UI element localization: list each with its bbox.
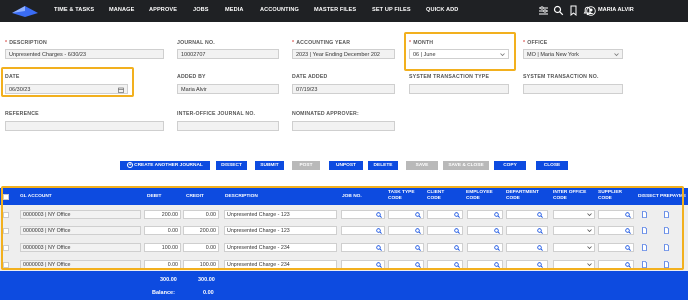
prepayment-document-icon[interactable] [664, 211, 669, 218]
filter-settings-icon[interactable] [538, 5, 549, 16]
search-icon[interactable] [537, 227, 543, 234]
search-icon[interactable] [625, 244, 631, 251]
dissect-button[interactable]: DISSECT [216, 161, 247, 170]
search-icon[interactable] [494, 211, 500, 218]
journal-no-label: JOURNAL NO. [177, 40, 215, 46]
search-icon[interactable] [494, 244, 500, 251]
user-name[interactable]: MARIA ALVIR [598, 7, 634, 13]
system-transaction-no-label: SYSTEM TRANSACTION NO. [523, 74, 599, 80]
nav-time-tasks[interactable]: TIME & TASKS [54, 7, 94, 13]
total-credit: 300.00 [198, 277, 215, 283]
nav-set-up-files[interactable]: SET UP FILES [372, 7, 411, 13]
chevron-down-icon [587, 263, 592, 267]
nav-quick-add[interactable]: QUICK ADD [426, 7, 458, 13]
delete-button[interactable]: DELETE [368, 161, 398, 170]
search-icon[interactable] [415, 261, 421, 268]
search-icon[interactable] [454, 261, 460, 268]
search-icon[interactable] [454, 244, 460, 251]
inter-office-journal-no-input [177, 121, 279, 131]
journal-no-input: 10002707 [177, 49, 279, 59]
search-icon[interactable] [415, 227, 421, 234]
reference-input[interactable] [5, 121, 164, 131]
search-icon[interactable] [415, 211, 421, 218]
submit-button[interactable]: SUBMIT [255, 161, 284, 170]
month-highlight [404, 32, 516, 71]
accounting-year-input[interactable]: 2023 | Year Ending December 202 [292, 49, 395, 59]
bookmark-icon[interactable] [568, 5, 579, 16]
system-transaction-type-input [409, 84, 509, 94]
nav-accounting[interactable]: ACCOUNTING [260, 7, 299, 13]
system-transaction-no-input [523, 84, 623, 94]
search-icon[interactable] [553, 5, 564, 16]
nav-approve[interactable]: APPROVE [149, 7, 177, 13]
nominated-approver-input[interactable] [292, 121, 395, 131]
nominated-approver-label: NOMINATED APPROVER: [292, 111, 359, 117]
search-icon[interactable] [537, 211, 543, 218]
top-navigation-bar: TIME & TASKS MANAGE APPROVE JOBS MEDIA A… [0, 0, 688, 22]
save-button[interactable]: SAVE [406, 161, 438, 170]
plus-circle-icon: + [127, 161, 134, 168]
search-icon[interactable] [376, 227, 382, 234]
description-input[interactable]: Unpresented Charges - 6/30/23 [5, 49, 164, 59]
chevron-down-icon [587, 213, 592, 217]
reference-label: REFERENCE [5, 111, 39, 117]
create-another-journal-button[interactable]: + CREATE ANOTHER JOURNAL [120, 161, 210, 170]
search-icon[interactable] [376, 244, 382, 251]
copy-button[interactable]: COPY [494, 161, 526, 170]
date-highlight [1, 67, 134, 97]
prepayment-document-icon[interactable] [664, 244, 669, 251]
unpost-button[interactable]: UNPOST [329, 161, 363, 170]
nav-manage[interactable]: MANAGE [109, 7, 134, 13]
prepayment-document-icon[interactable] [664, 227, 669, 234]
added-by-label: ADDED BY [177, 74, 206, 80]
search-icon[interactable] [376, 211, 382, 218]
description-label: * DESCRIPTION [5, 40, 47, 46]
nav-jobs[interactable]: JOBS [193, 7, 209, 13]
search-icon[interactable] [625, 261, 631, 268]
office-select[interactable]: MO | Maria New York [523, 49, 623, 59]
chevron-down-icon [587, 229, 592, 233]
search-icon[interactable] [494, 261, 500, 268]
chevron-down-icon [587, 246, 592, 250]
balance-value: 0.00 [203, 290, 214, 296]
post-button[interactable]: POST [292, 161, 320, 170]
close-button[interactable]: CLOSE [536, 161, 568, 170]
inter-office-journal-no-label: INTER-OFFICE JOURNAL NO. [177, 111, 256, 117]
dissect-document-icon[interactable] [642, 261, 647, 268]
save-close-button[interactable]: SAVE & CLOSE [443, 161, 489, 170]
accounting-year-label: * ACCOUNTING YEAR [292, 40, 351, 46]
grid-highlight [1, 186, 684, 270]
search-icon[interactable] [376, 261, 382, 268]
balance-label: Balance: [152, 290, 175, 296]
search-icon[interactable] [494, 227, 500, 234]
dissect-document-icon[interactable] [642, 244, 647, 251]
search-icon[interactable] [625, 211, 631, 218]
dissect-document-icon[interactable] [642, 227, 647, 234]
prepayment-document-icon[interactable] [664, 261, 669, 268]
search-icon[interactable] [625, 227, 631, 234]
added-by-input: Maria Alvir [177, 84, 279, 94]
nav-master-files[interactable]: MASTER FILES [314, 7, 356, 13]
search-icon[interactable] [454, 227, 460, 234]
system-transaction-type-label: SYSTEM TRANSACTION TYPE [409, 74, 490, 80]
chevron-down-icon [614, 53, 619, 57]
office-label: * OFFICE [523, 40, 548, 46]
dissect-document-icon[interactable] [642, 211, 647, 218]
nav-media[interactable]: MEDIA [225, 7, 244, 13]
date-added-label: DATE ADDED [292, 74, 328, 80]
total-debit: 300.00 [160, 277, 177, 283]
date-added-input: 07/19/23 [292, 84, 395, 94]
search-icon[interactable] [537, 261, 543, 268]
search-icon[interactable] [454, 211, 460, 218]
search-icon[interactable] [537, 244, 543, 251]
app-logo[interactable] [10, 4, 40, 18]
user-avatar-icon[interactable] [586, 6, 596, 16]
search-icon[interactable] [415, 244, 421, 251]
